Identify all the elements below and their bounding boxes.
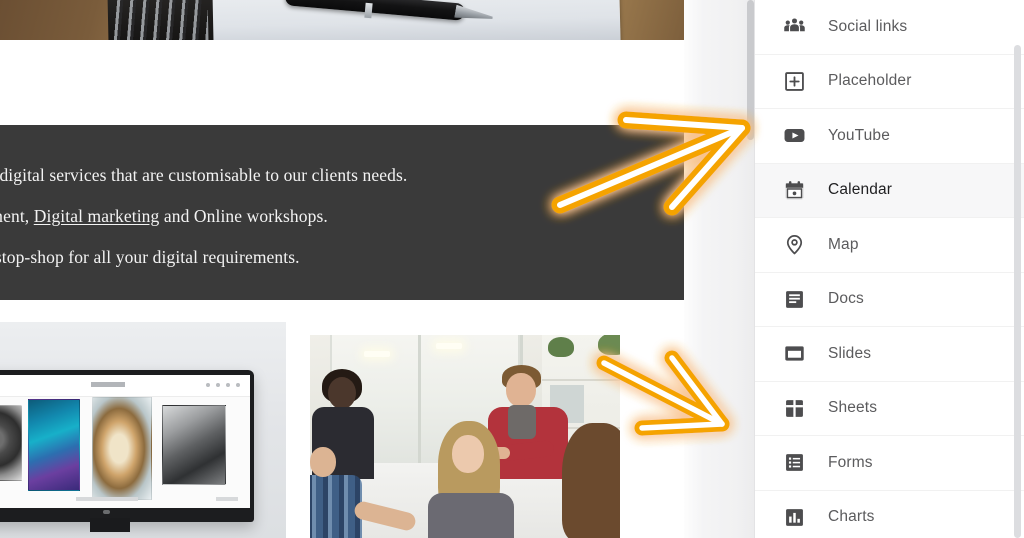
sidebar-item-label: Sheets (828, 399, 878, 417)
pen-band (364, 2, 373, 19)
sidebar-item-charts[interactable]: Charts (755, 490, 1024, 538)
sidebar-item-social-links[interactable]: Social links (755, 0, 1024, 55)
sidebar-item-docs[interactable]: Docs (755, 272, 1024, 327)
digital-marketing-link[interactable]: Digital marketing (34, 206, 160, 226)
docs-icon (783, 288, 806, 311)
sidebar-item-slides[interactable]: Slides (755, 327, 1024, 382)
dark-band-line-2: te development, Digital marketing and On… (0, 206, 328, 227)
content-spacer-top (0, 40, 684, 125)
page-content-pane: ons to vital digital services that are c… (0, 0, 684, 538)
dark-band-line-1: ons to vital digital services that are c… (0, 165, 408, 185)
monitor-bezel (0, 370, 254, 522)
sidebar-item-label: YouTube (828, 126, 890, 144)
sidebar-item-label: Forms (828, 453, 873, 471)
calendar-icon (783, 179, 806, 202)
sidebar-item-label: Calendar (828, 181, 893, 199)
person-foreground-left-body (310, 475, 362, 538)
artwork-thumbnail (28, 399, 80, 491)
artwork-thumbnail (162, 405, 226, 485)
site-nav-dot (206, 383, 210, 387)
monitor-led (103, 510, 110, 514)
sidebar-item-forms[interactable]: Forms (755, 436, 1024, 491)
content-scrollbar-thumb[interactable] (747, 0, 754, 140)
desk-photo (0, 0, 684, 40)
sidebar-item-calendar[interactable]: Calendar (755, 163, 1024, 218)
person-centre-body (428, 493, 514, 538)
slides-icon (783, 342, 806, 365)
potted-plant (548, 337, 574, 357)
site-title (91, 382, 125, 387)
sidebar-item-label: Social links (828, 17, 908, 35)
sidebar-item-map[interactable]: Map (755, 218, 1024, 273)
youtube-icon (783, 124, 806, 147)
site-nav-dot (236, 383, 240, 387)
sidebar-item-label: Placeholder (828, 72, 912, 90)
charts-icon (783, 506, 806, 529)
map-pin-icon (783, 233, 806, 256)
person-red-head (506, 373, 536, 407)
artwork-thumbnail (92, 397, 152, 500)
person-centre-face (452, 435, 484, 473)
site-nav-dot (216, 383, 220, 387)
sidebar-item-label: Charts (828, 508, 875, 526)
sidebar-item-placeholder[interactable]: Placeholder (755, 54, 1024, 109)
shelf-line (542, 379, 620, 381)
dark-band-line-2-prefix: te development, (0, 206, 30, 226)
monitor-screen (0, 375, 250, 508)
sidebar-item-sheets[interactable]: Sheets (755, 381, 1024, 436)
footer-text-bar (76, 497, 138, 501)
artwork-thumbnail (0, 405, 22, 481)
sidebar-item-label: Docs (828, 290, 864, 308)
sidebar-item-label: Map (828, 235, 859, 253)
sidebar-item-label: Slides (828, 344, 872, 362)
person-right (562, 423, 620, 538)
glass-mullion (418, 335, 421, 479)
person-red-scarf (508, 405, 536, 439)
blocks-sidebar: Social links Placeholder YouTube Calendar Ma… (755, 0, 1024, 538)
sidebar-scrollbar-thumb[interactable] (1014, 45, 1021, 538)
ceiling-light (436, 343, 462, 349)
potted-plant (598, 335, 620, 355)
artwork-gallery (0, 397, 250, 500)
dark-band-line-3: vide a one-stop-shop for all your digita… (0, 247, 300, 267)
editor-gutter (684, 0, 755, 538)
dark-text-section: ons to vital digital services that are c… (0, 125, 684, 300)
sidebar-item-youtube[interactable]: YouTube (755, 109, 1024, 164)
site-footer (0, 494, 250, 504)
office-meeting-photo (310, 335, 620, 538)
image-row (0, 322, 684, 538)
ceiling-light (364, 351, 390, 357)
monitor-artwork-photo (0, 322, 286, 538)
person-foreground-left-head (310, 447, 336, 477)
forms-icon (783, 451, 806, 474)
site-nav-dot (226, 383, 230, 387)
content-spacer-bottom (0, 300, 684, 322)
dark-band-line-2-suffix: and Online workshops. (159, 206, 328, 226)
footer-text-bar (216, 497, 238, 501)
monitor-stand (90, 518, 130, 532)
blocks-list: Social links Placeholder YouTube Calendar Ma… (755, 0, 1024, 538)
plus-square-icon (783, 70, 806, 93)
screenshot-root: ons to vital digital services that are c… (0, 0, 1024, 538)
people-group-icon (783, 15, 806, 38)
site-topbar (0, 375, 250, 397)
sheets-icon (783, 397, 806, 420)
notebook-coil (111, 0, 209, 40)
person-left-head (328, 377, 356, 409)
